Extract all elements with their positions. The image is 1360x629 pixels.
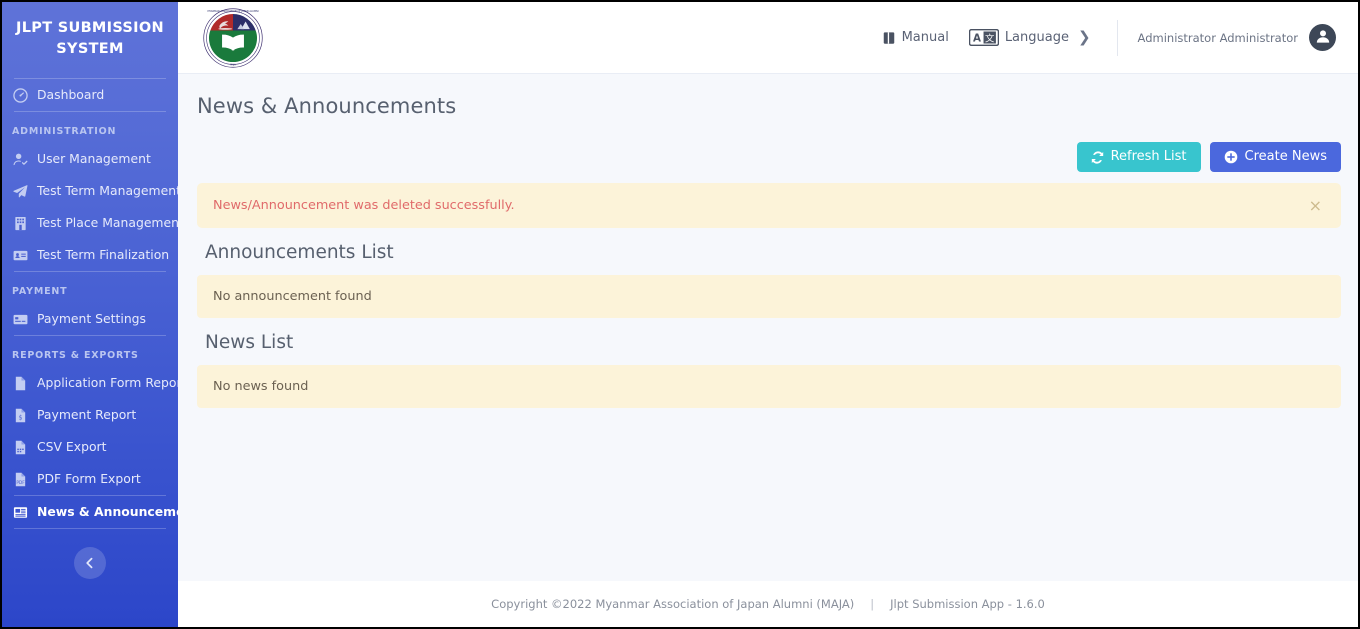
maja-logo-icon: MYANMAR ASSOCIATION OF JAPAN ALUMNI MAJA [202,5,268,71]
sidebar-section-payment: PAYMENT [12,286,68,298]
main-area: MYANMAR ASSOCIATION OF JAPAN ALUMNI MAJA… [178,2,1358,627]
sidebar-item-label: Application Form Report [37,375,178,391]
user-avatar-icon [1315,28,1331,48]
sidebar-item-test-place-management[interactable]: Test Place Management [2,207,178,239]
sidebar-item-user-management[interactable]: User Management [2,143,178,175]
sidebar-section-administration: ADMINISTRATION [12,126,117,138]
app-window: JLPT SUBMISSION SYSTEM Dashboard ADMINIS… [0,0,1360,629]
sidebar-item-application-form-report[interactable]: Application Form Report [2,367,178,399]
sidebar-collapse-button[interactable] [74,547,106,580]
sidebar-item-news-announcement[interactable]: News & Announcement [2,496,178,528]
create-news-button[interactable]: Create News [1209,142,1341,173]
footer: Copyright ©2022 Myanmar Association of J… [178,581,1358,627]
sidebar: JLPT SUBMISSION SYSTEM Dashboard ADMINIS… [2,2,178,627]
refresh-list-label: Refresh List [1110,149,1187,164]
news-list-title: News List [205,332,294,354]
sidebar-item-test-term-finalization[interactable]: Test Term Finalization [2,239,178,271]
brand-title: JLPT SUBMISSION SYSTEM [16,20,164,58]
gauge-icon [12,87,28,103]
sidebar-item-label: Payment Report [37,407,137,423]
user-name-label: Administrator Administrator [1137,30,1298,45]
sidebar-item-payment-settings[interactable]: Payment Settings [2,303,178,335]
sidebar-item-dashboard[interactable]: Dashboard [2,79,178,111]
news-empty-state: No news found [197,365,1341,409]
content-area: News & Announcements Refresh List Create… [178,74,1358,581]
building-icon [12,215,28,231]
paper-plane-icon [12,183,28,199]
credit-card-icon [12,311,28,327]
chevron-right-icon: ❯ [1077,28,1091,46]
sidebar-item-label: Test Place Management [37,215,178,231]
sidebar-item-label: Dashboard [37,87,105,103]
refresh-icon [1091,151,1104,164]
language-label: Language [1004,30,1069,45]
chevron-left-icon [84,554,96,573]
file-dollar-icon: $ [12,407,28,423]
sidebar-item-label: PDF Form Export [37,471,141,487]
alert-close-button[interactable]: × [1306,197,1325,214]
file-icon [12,375,28,391]
footer-separator: | [870,597,875,611]
manual-link[interactable]: Manual [872,24,959,51]
sidebar-item-test-term-management[interactable]: Test Term Management [2,175,178,207]
sidebar-item-label: User Management [37,151,151,167]
manual-label: Manual [901,30,949,45]
svg-text:MAJA: MAJA [230,63,236,66]
status-alert: News/Announcement was deleted successful… [197,183,1341,229]
topbar-divider [1116,19,1118,56]
translate-icon: A 文 [968,29,999,46]
sidebar-item-csv-export[interactable]: CSV Export [2,431,178,463]
topbar: MYANMAR ASSOCIATION OF JAPAN ALUMNI MAJA… [178,2,1358,74]
sidebar-section-reports-exports: REPORTS & EXPORTS [12,350,139,362]
announcements-empty-state: No announcement found [197,275,1341,319]
language-selector[interactable]: A 文 Language ❯ [959,23,1101,52]
plus-circle-icon [1224,150,1238,164]
announcements-list-title: Announcements List [205,242,394,264]
action-button-row: Refresh List Create News [197,118,1341,183]
refresh-list-button[interactable]: Refresh List [1076,142,1201,173]
svg-text:$: $ [18,414,22,421]
sidebar-item-label: CSV Export [37,439,107,455]
footer-app-version: Jlpt Submission App - 1.6.0 [890,597,1045,611]
file-pdf-icon: PDF [12,471,28,487]
sidebar-item-pdf-form-export[interactable]: PDF PDF Form Export [2,463,178,495]
page-title: News & Announcements [197,94,457,118]
sidebar-item-label: Payment Settings [37,311,147,327]
sidebar-item-label: Test Term Management [37,183,178,199]
topbar-actions: Manual A 文 Language ❯ Administrator Admi… [872,19,1340,56]
avatar[interactable] [1309,24,1336,51]
sidebar-item-payment-report[interactable]: $ Payment Report [2,399,178,431]
newspaper-icon [12,504,28,520]
user-menu[interactable]: Administrator Administrator [1138,24,1340,51]
footer-copyright: Copyright ©2022 Myanmar Association of J… [491,597,855,611]
sidebar-collapse-wrap [2,529,178,580]
svg-text:MYANMAR ASSOCIATION OF JAPAN A: MYANMAR ASSOCIATION OF JAPAN ALUMNI [207,10,258,13]
id-card-icon [12,247,28,263]
sidebar-item-label: Test Term Finalization [37,247,170,263]
book-icon [882,31,896,45]
sidebar-item-label: News & Announcement [37,504,178,520]
user-check-icon [12,151,28,167]
svg-text:PDF: PDF [16,480,25,486]
svg-text:A: A [973,32,981,44]
svg-text:文: 文 [985,32,995,44]
alert-message: News/Announcement was deleted successful… [213,198,515,214]
file-csv-icon [12,439,28,455]
create-news-label: Create News [1244,149,1327,164]
